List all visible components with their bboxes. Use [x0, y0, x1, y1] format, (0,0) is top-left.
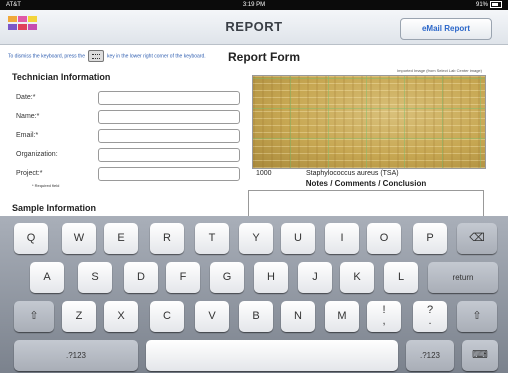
status-bar: AT&T 3:19 PM 91% — [0, 0, 508, 10]
key-g[interactable]: G — [210, 262, 244, 293]
key-u[interactable]: U — [281, 223, 315, 254]
sample-section-title: Sample Information — [12, 203, 97, 213]
key-h[interactable]: H — [254, 262, 288, 293]
key-z[interactable]: Z — [62, 301, 96, 332]
organization-label: Organization: — [16, 151, 58, 158]
battery-icon — [490, 0, 502, 8]
on-screen-keyboard: Q W E R T Y U I O P ⌫ A S D F G H J K L … — [0, 216, 508, 373]
key-t[interactable]: T — [195, 223, 229, 254]
key-e[interactable]: E — [104, 223, 138, 254]
required-field-note: * Required field — [32, 183, 60, 188]
key-s[interactable]: S — [78, 262, 112, 293]
key-c[interactable]: C — [150, 301, 184, 332]
project-label: Project:* — [16, 170, 43, 177]
date-field[interactable] — [98, 91, 240, 105]
dismiss-keyboard-key[interactable]: ⌨ — [462, 340, 498, 371]
petri-plate-image[interactable] — [252, 75, 486, 169]
battery-indicator: 91% — [476, 0, 502, 10]
email-field[interactable] — [98, 129, 240, 143]
shift-key-right[interactable]: ⇧ — [457, 301, 497, 332]
key-m[interactable]: M — [325, 301, 359, 332]
keyboard-icon — [87, 50, 104, 62]
key-d[interactable]: D — [124, 262, 158, 293]
project-field[interactable] — [98, 167, 240, 181]
navigation-bar: REPORT eMail Report — [0, 10, 508, 45]
technician-section-title: Technician Information — [12, 72, 111, 82]
key-w[interactable]: W — [62, 223, 96, 254]
backspace-key[interactable]: ⌫ — [457, 223, 497, 254]
clock: 3:19 PM — [242, 2, 266, 8]
shift-key-left[interactable]: ⇧ — [14, 301, 54, 332]
battery-percent: 91% — [475, 2, 488, 8]
numbers-key-right[interactable]: .?123 — [406, 340, 454, 371]
key-j[interactable]: J — [298, 262, 332, 293]
organization-field[interactable] — [98, 148, 240, 162]
key-y[interactable]: Y — [239, 223, 273, 254]
email-report-button[interactable]: eMail Report — [400, 18, 492, 40]
key-k[interactable]: K — [340, 262, 374, 293]
key-p[interactable]: P — [413, 223, 447, 254]
notes-title: Notes / Comments / Conclusion — [305, 179, 427, 188]
key-v[interactable]: V — [195, 301, 229, 332]
key-f[interactable]: F — [166, 262, 200, 293]
name-field[interactable] — [98, 110, 240, 124]
key-n[interactable]: N — [281, 301, 315, 332]
dilution-value: 1000 — [256, 170, 272, 177]
date-label: Date:* — [16, 94, 36, 101]
numbers-key-left[interactable]: .?123 — [14, 340, 138, 371]
organism-name: Staphylococcus aureus (TSA) — [306, 170, 399, 177]
key-i[interactable]: I — [325, 223, 359, 254]
key-r[interactable]: R — [150, 223, 184, 254]
name-label: Name:* — [16, 113, 40, 120]
key-l[interactable]: L — [384, 262, 418, 293]
plate-grid-overlay — [253, 76, 485, 168]
key-x[interactable]: X — [104, 301, 138, 332]
hint-text-before: To dismiss the keyboard, press the — [8, 53, 85, 60]
key-exclaim-comma[interactable]: ! , — [367, 301, 401, 332]
form-title: Report Form — [228, 50, 300, 64]
notes-textarea[interactable] — [248, 190, 484, 217]
email-label: Email:* — [16, 132, 39, 139]
space-bar[interactable] — [146, 340, 398, 371]
hint-text-after: key in the lower right corner of the key… — [106, 53, 206, 60]
image-caption: Imported Image (from Select Lab Center i… — [397, 68, 482, 73]
key-a[interactable]: A — [30, 262, 64, 293]
key-b[interactable]: B — [239, 301, 273, 332]
return-key[interactable]: return — [428, 262, 498, 293]
key-q[interactable]: Q — [14, 223, 48, 254]
key-question-period[interactable]: ? . — [413, 301, 447, 332]
key-o[interactable]: O — [367, 223, 401, 254]
